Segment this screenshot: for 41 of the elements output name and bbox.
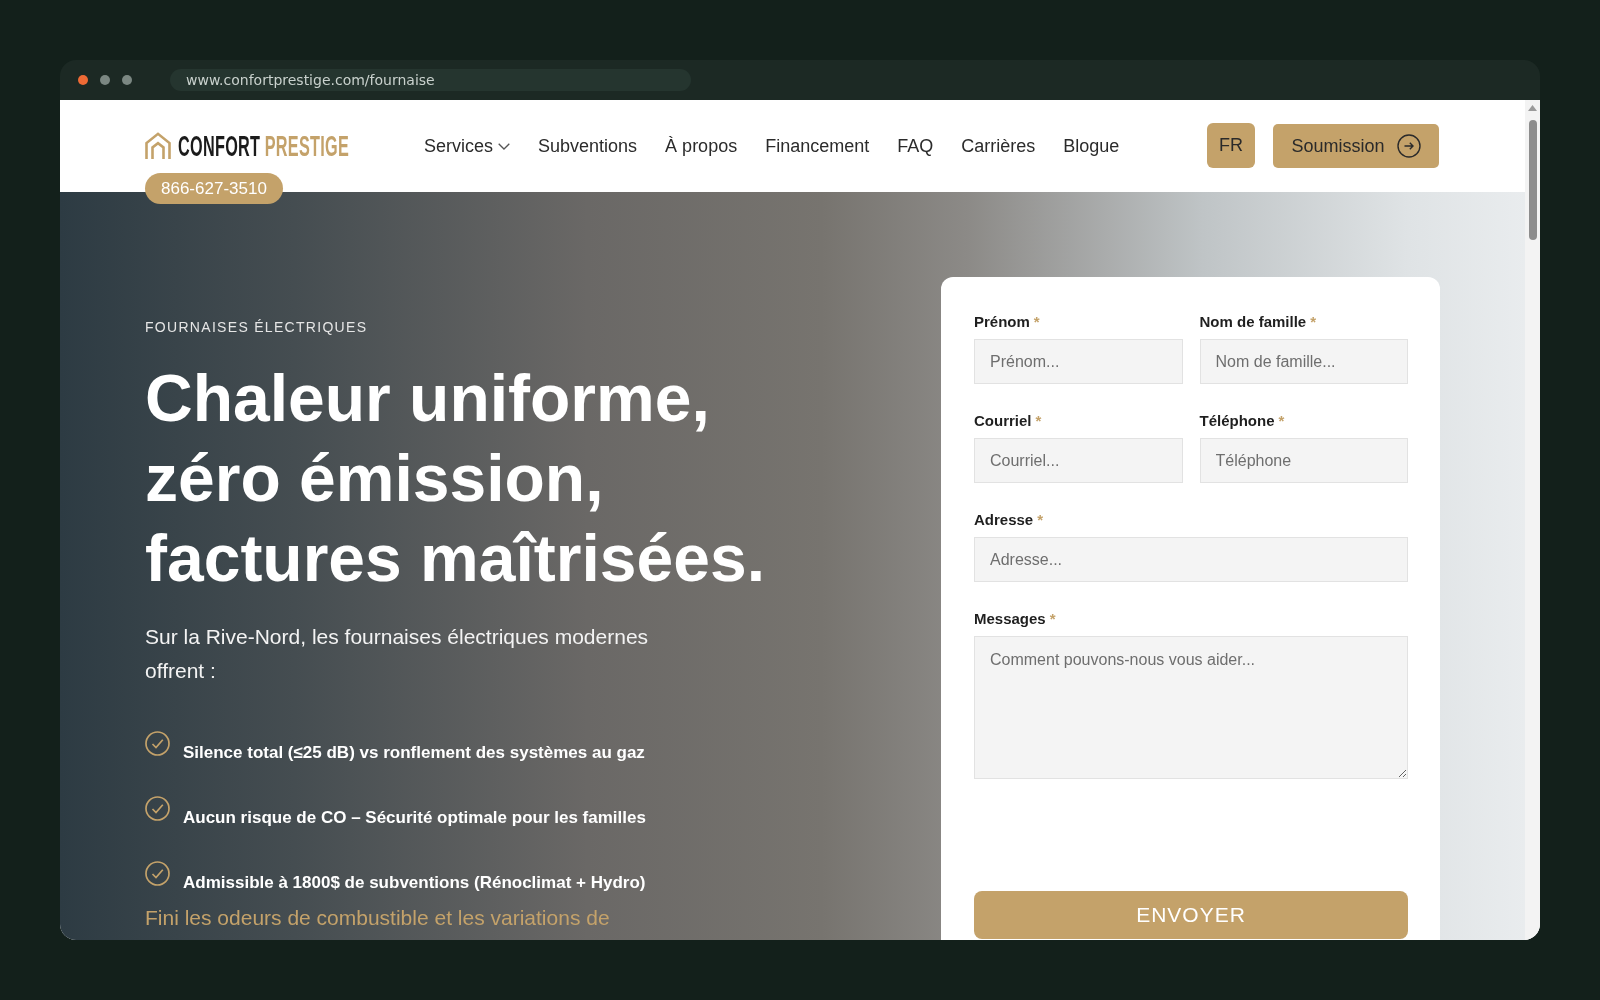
field-label: Adresse *: [974, 511, 1044, 529]
benefit-text: Admissible à 1800$ de subventions (Rénoclimat + Hydro): [183, 872, 646, 893]
address-bar[interactable]: www.confortprestige.com/fournaise: [170, 69, 691, 91]
intro-text: Sur la Rive-Nord, les fournaises électriques modernes offrent :: [145, 624, 650, 684]
check-circle-icon: [145, 731, 170, 756]
scroll-up-icon[interactable]: [1528, 105, 1537, 111]
nav-link[interactable]: Blogue: [1063, 135, 1120, 157]
window-dot-icon[interactable]: [100, 75, 110, 85]
field-label: Nom de famille *: [1199, 313, 1317, 331]
text-input-field[interactable]: Adresse...: [974, 537, 1408, 582]
field-label: Téléphone *: [1199, 412, 1285, 430]
window-dot-icon[interactable]: [78, 75, 88, 85]
check-circle-icon: [145, 796, 170, 821]
field-label: Prénom *: [974, 313, 1040, 331]
logo-accent-text: PRESTIGE: [264, 131, 350, 161]
field-label: Courriel *: [974, 412, 1042, 430]
house-logo-icon: [145, 132, 171, 160]
text-input-field[interactable]: Nom de famille...: [1199, 339, 1408, 384]
text-input-field[interactable]: Téléphone: [1199, 438, 1408, 483]
benefit-text: Aucun risque de CO – Sécurité optimale pour les familles: [183, 807, 646, 828]
nav-link[interactable]: Services: [424, 135, 511, 157]
nav-link[interactable]: Financement: [765, 135, 870, 157]
scrollbar-thumb[interactable]: [1528, 120, 1537, 240]
hero-heading: Chaleur uniforme, zéro émission, factures maîtrisées.: [145, 360, 766, 597]
arrow-circle-icon: [1396, 134, 1421, 158]
field-label: Messages *: [974, 610, 1056, 628]
nav-link[interactable]: À propos: [665, 135, 738, 157]
benefit-text: Silence total (≤25 dB) vs ronflement des systèmes au gaz: [183, 742, 645, 763]
message-textarea-field[interactable]: Comment pouvons-nous vous aider...: [974, 636, 1408, 779]
nav-link[interactable]: FAQ: [897, 135, 934, 157]
language-button[interactable]: FR: [1207, 122, 1255, 168]
quote-button[interactable]: Soumission: [1273, 124, 1439, 168]
window-dot-icon[interactable]: [122, 75, 132, 85]
check-circle-icon: [145, 861, 170, 886]
nav-link[interactable]: Subventions: [538, 135, 638, 157]
nav-link[interactable]: Carrières: [961, 135, 1036, 157]
logo-text: CONFORT: [178, 131, 261, 161]
text-input-field[interactable]: Prénom...: [974, 339, 1183, 384]
closing-text: Fini les odeurs de combustible et les variations de: [145, 905, 610, 931]
text-input-field[interactable]: Courriel...: [974, 438, 1183, 483]
eyebrow-text: FOURNAISES ÉLECTRIQUES: [145, 318, 368, 336]
